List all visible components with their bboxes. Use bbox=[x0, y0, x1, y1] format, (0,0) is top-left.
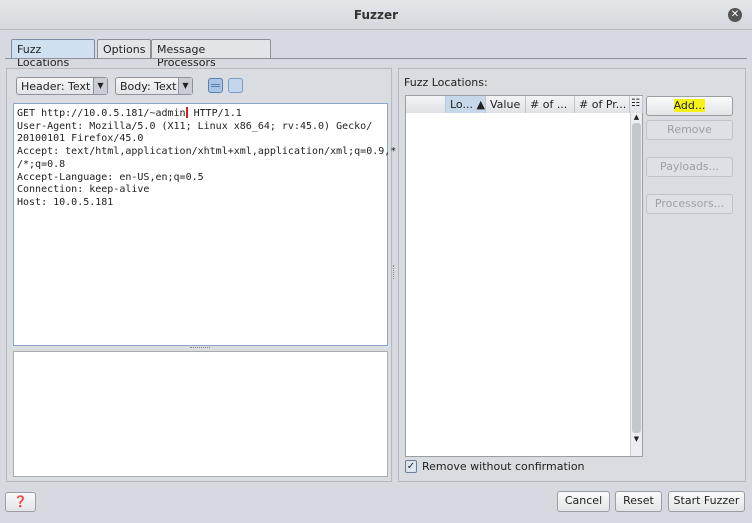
request-text-rest: HTTP/1.1 User-Agent: Mozilla/5.0 (X11; L… bbox=[17, 108, 397, 208]
vertical-scrollbar[interactable]: ▲ ▼ bbox=[630, 113, 642, 456]
close-icon[interactable]: ✕ bbox=[728, 8, 742, 22]
window-title: Fuzzer bbox=[353, 8, 399, 22]
add-label: Add... bbox=[673, 99, 706, 112]
request-header-editor[interactable]: GET http://10.0.5.181/~admin HTTP/1.1 Us… bbox=[13, 103, 396, 346]
scrollbar-thumb[interactable] bbox=[632, 123, 641, 433]
processors-button[interactable]: Processors... bbox=[646, 194, 733, 214]
request-text: GET http://10.0.5.181/~admin bbox=[17, 108, 186, 119]
help-button[interactable]: ❓ bbox=[5, 492, 36, 512]
single-pane-icon[interactable] bbox=[228, 78, 243, 93]
cancel-button[interactable]: Cancel bbox=[557, 491, 610, 512]
body-view-select[interactable]: Body: Text ▼ bbox=[115, 77, 193, 95]
remove-without-confirmation-label: Remove without confirmation bbox=[422, 460, 585, 473]
column-header[interactable] bbox=[406, 96, 446, 113]
tab-divider bbox=[5, 58, 747, 59]
remove-button[interactable]: Remove bbox=[646, 120, 733, 140]
payloads-button[interactable]: Payloads... bbox=[646, 157, 733, 177]
column-chooser-icon[interactable]: ☷ bbox=[630, 96, 643, 113]
chevron-down-icon: ▼ bbox=[178, 78, 192, 94]
remove-without-confirmation-checkbox[interactable]: ✓ bbox=[405, 460, 417, 473]
scroll-up-icon[interactable]: ▲ bbox=[631, 113, 642, 121]
tab-options[interactable]: Options bbox=[97, 39, 151, 59]
split-vertical-icon[interactable] bbox=[208, 78, 223, 93]
add-button[interactable]: Add... bbox=[646, 96, 733, 116]
column-header-value[interactable]: Value bbox=[486, 96, 526, 113]
column-header-processors[interactable]: # of Pr... bbox=[575, 96, 630, 113]
tab-message-processors[interactable]: Message Processors bbox=[151, 39, 271, 69]
fuzz-locations-label: Fuzz Locations: bbox=[404, 76, 488, 89]
panel-splitter[interactable] bbox=[393, 265, 396, 279]
header-view-value: Header: Text bbox=[21, 80, 91, 93]
column-header-location[interactable]: Lo... ▲ bbox=[446, 96, 486, 113]
request-body-editor[interactable] bbox=[13, 351, 388, 477]
column-header-count[interactable]: # of ... bbox=[526, 96, 575, 113]
scroll-down-icon[interactable]: ▼ bbox=[631, 435, 642, 443]
fuzz-locations-table[interactable]: Lo... ▲ Value # of ... # of Pr... ☷ ▲ ▼ bbox=[405, 95, 643, 457]
chevron-down-icon: ▼ bbox=[93, 78, 107, 94]
help-icon: ❓ bbox=[13, 495, 28, 508]
start-fuzzer-button[interactable]: Start Fuzzer bbox=[668, 491, 745, 512]
header-view-select[interactable]: Header: Text ▼ bbox=[16, 77, 108, 95]
splitter-handle[interactable] bbox=[190, 347, 210, 349]
reset-button[interactable]: Reset bbox=[615, 491, 662, 512]
tab-fuzz-locations[interactable]: Fuzz Locations bbox=[11, 39, 95, 69]
body-view-value: Body: Text bbox=[120, 80, 177, 93]
